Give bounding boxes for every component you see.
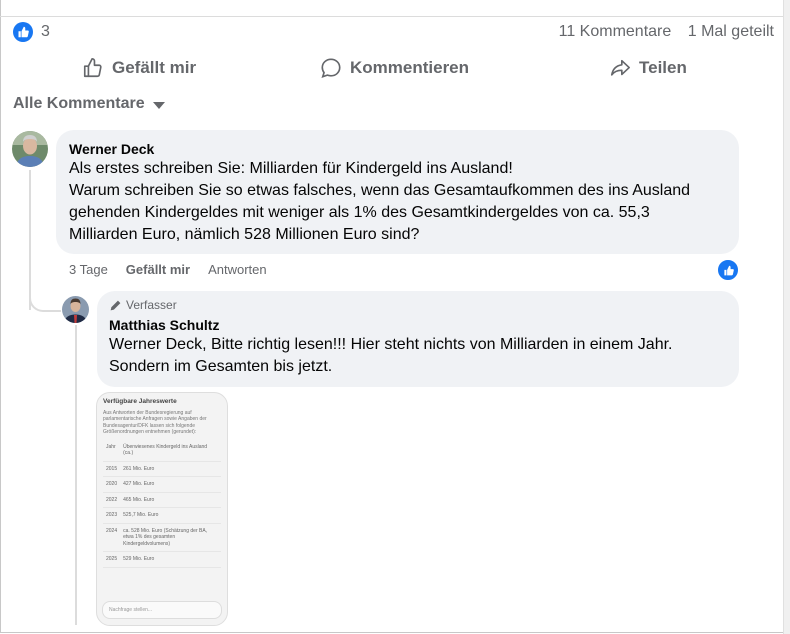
- pen-icon: [110, 300, 121, 310]
- thumbs-up-icon: [83, 58, 102, 78]
- comment-count-link[interactable]: 11 Kommentare: [559, 23, 672, 40]
- share-button-label: Teilen: [639, 58, 687, 77]
- thread-line: [29, 170, 31, 310]
- comment-bubble: Werner Deck Als erstes schreiben Sie: Mi…: [56, 130, 739, 254]
- table-row: 2024 ca. 528 Mio. Euro (Schätzung der BA,…: [103, 523, 221, 552]
- comment-meta: 3 Tage Gefällt mir Antworten: [69, 262, 267, 277]
- share-arrow-icon: [610, 59, 630, 76]
- attachment-input: Nachfrage stellen...: [102, 601, 222, 619]
- comment-line: Milliarden Euro, nämlich 528 Millionen E…: [69, 226, 420, 243]
- table-row: 2020 427 Mio. Euro: [103, 476, 221, 493]
- comment-like-button[interactable]: Gefällt mir: [126, 262, 190, 277]
- author-badge: Verfasser: [109, 298, 673, 312]
- scrollbar[interactable]: [783, 0, 790, 634]
- table-cell: 2025: [103, 551, 121, 568]
- table-cell: ca. 528 Mio. Euro (Schätzung der BA, etw…: [120, 523, 221, 552]
- comment-timestamp[interactable]: 3 Tage: [69, 262, 108, 277]
- caret-down-icon: [152, 102, 165, 109]
- thread-connector: [29, 290, 61, 312]
- reply-author[interactable]: Matthias Schultz: [109, 317, 673, 333]
- post-actions: Gefällt mir Kommentieren Teilen: [0, 54, 784, 82]
- comment-like-reaction-icon[interactable]: [716, 258, 740, 282]
- table-cell: 427 Mio. Euro: [120, 476, 221, 493]
- table-cell: 2015: [103, 461, 121, 477]
- comment-filter-dropdown[interactable]: Alle Kommentare: [13, 95, 165, 113]
- table-row: 2023 525,7 Mio. Euro: [103, 507, 221, 524]
- share-button[interactable]: Teilen: [609, 54, 687, 82]
- comment-author[interactable]: Werner Deck: [69, 141, 690, 157]
- reply-avatar[interactable]: [62, 296, 89, 323]
- reply-line: Sondern im Gesamten bis jetzt.: [109, 358, 333, 375]
- table-cell: 2022: [103, 492, 121, 508]
- comment-button-label: Kommentieren: [350, 58, 470, 77]
- table-row: Jahr Überwiesenes Kindergeld ins Ausland…: [103, 439, 221, 462]
- reply-thread-line: [75, 325, 77, 625]
- share-count-link[interactable]: 1 Mal geteilt: [688, 23, 774, 40]
- table-row: 2015 261 Mio. Euro: [103, 461, 221, 477]
- divider: [0, 16, 784, 17]
- attachment-intro: Aus Antworten der Bundesregierung auf pa…: [103, 409, 207, 436]
- comment-bubble-icon: [321, 58, 341, 79]
- table-cell: 525,7 Mio. Euro: [120, 507, 221, 524]
- reply-bubble: Verfasser Matthias Schultz Werner Deck, …: [97, 291, 739, 387]
- table-row: 2025 529 Mio. Euro: [103, 551, 221, 568]
- comment-button[interactable]: Kommentieren: [320, 54, 469, 82]
- comment-reply-button[interactable]: Antworten: [208, 262, 267, 277]
- like-button-label: Gefällt mir: [112, 58, 197, 77]
- comment-text: Als erstes schreiben Sie: Milliarden für…: [69, 158, 690, 246]
- attachment-table: Jahr Überwiesenes Kindergeld ins Ausland…: [103, 439, 221, 568]
- like-button[interactable]: Gefällt mir: [82, 54, 196, 82]
- reply-image-attachment[interactable]: Verfügbare Jahreswerte Aus Antworten der…: [96, 392, 228, 626]
- table-cell: 465 Mio. Euro: [120, 492, 221, 508]
- avatar[interactable]: [12, 131, 48, 167]
- table-header: Überwiesenes Kindergeld ins Ausland (ca.…: [120, 439, 221, 462]
- attachment-title: Verfügbare Jahreswerte: [103, 398, 177, 405]
- table-cell: 529 Mio. Euro: [120, 551, 221, 568]
- reply-line: Werner Deck, Bitte richtig lesen!!! Hier…: [109, 336, 673, 353]
- table-row: 2022 465 Mio. Euro: [103, 492, 221, 508]
- comment-line: Als erstes schreiben Sie: Milliarden für…: [69, 160, 513, 177]
- comment-line: Warum schreiben Sie so etwas falsches, w…: [69, 182, 691, 199]
- table-cell: 2023: [103, 507, 121, 524]
- comment-line: gehenden Kindergeldes mit weniger als 1%…: [69, 204, 650, 221]
- post-stats: 3 11 Kommentare 1 Mal geteilt: [13, 22, 774, 44]
- table-cell: 2020: [103, 476, 121, 493]
- reply-text: Werner Deck, Bitte richtig lesen!!! Hier…: [109, 334, 673, 378]
- comment-filter-label: Alle Kommentare: [13, 95, 145, 112]
- reaction-count[interactable]: 3: [41, 23, 50, 41]
- author-badge-label: Verfasser: [126, 298, 177, 312]
- table-cell: 2024: [103, 523, 121, 552]
- like-reaction-icon[interactable]: [13, 22, 33, 42]
- table-cell: 261 Mio. Euro: [120, 461, 221, 477]
- table-header: Jahr: [103, 439, 121, 462]
